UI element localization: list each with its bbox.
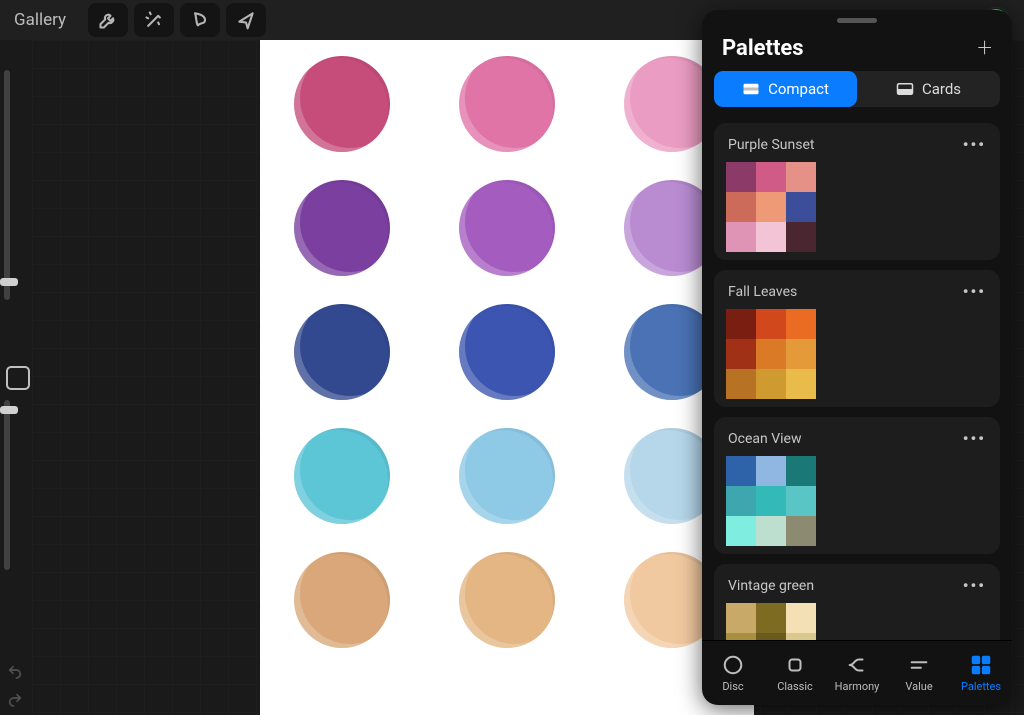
view-compact[interactable]: Compact <box>714 71 857 107</box>
view-cards-label: Cards <box>922 80 961 98</box>
color-swatch[interactable] <box>726 162 756 192</box>
color-swatch[interactable] <box>726 516 756 546</box>
paint-dot <box>294 180 390 276</box>
paint-dot <box>459 304 555 400</box>
tab-disc[interactable]: Disc <box>702 641 764 705</box>
tab-value[interactable]: Value <box>888 641 950 705</box>
palette-name: Purple Sunset <box>728 137 814 153</box>
color-swatch[interactable] <box>726 369 756 399</box>
paint-dot <box>294 304 390 400</box>
tab-classic[interactable]: Classic <box>764 641 826 705</box>
palette-block[interactable]: Purple Sunset ••• <box>714 123 1000 260</box>
color-swatch[interactable] <box>756 222 786 252</box>
palette-more-button[interactable]: ••• <box>963 576 986 595</box>
palette-block[interactable]: Vintage green ••• <box>714 564 1000 640</box>
brush-size-thumb[interactable] <box>0 278 18 286</box>
color-swatch[interactable] <box>756 192 786 222</box>
palette-block[interactable]: Fall Leaves ••• <box>714 270 1000 407</box>
color-swatch[interactable] <box>786 456 816 486</box>
paint-dot <box>294 56 390 152</box>
wrench-icon[interactable] <box>88 3 128 37</box>
color-swatch[interactable] <box>726 603 756 633</box>
panel-title: Palettes <box>722 36 804 61</box>
color-swatch[interactable] <box>786 339 816 369</box>
paint-dot <box>459 56 555 152</box>
palette-name: Ocean View <box>728 431 801 447</box>
color-swatch[interactable] <box>756 486 786 516</box>
palette-more-button[interactable]: ••• <box>963 429 986 448</box>
brush-size-slider[interactable] <box>4 70 10 300</box>
left-sidebar <box>0 40 32 715</box>
color-swatch[interactable] <box>786 222 816 252</box>
view-toggle: Compact Cards <box>714 71 1000 107</box>
tab-harmony[interactable]: Harmony <box>826 641 888 705</box>
palette-block[interactable]: Ocean View ••• <box>714 417 1000 554</box>
palettes-panel: Palettes + Compact Cards Purple Sunset ••… <box>702 10 1012 705</box>
redo-button[interactable] <box>4 689 26 711</box>
paint-dot <box>459 180 555 276</box>
color-swatch[interactable] <box>756 309 786 339</box>
palette-name: Fall Leaves <box>728 284 797 300</box>
opacity-thumb[interactable] <box>0 406 18 414</box>
selection-icon[interactable] <box>180 3 220 37</box>
paint-dot <box>459 428 555 524</box>
tab-palettes[interactable]: Palettes <box>950 641 1012 705</box>
canvas-area <box>260 40 754 715</box>
opacity-slider[interactable] <box>4 400 10 570</box>
paint-dot <box>294 552 390 648</box>
tab-disc-label: Disc <box>722 680 743 693</box>
color-swatch[interactable] <box>726 309 756 339</box>
color-swatch[interactable] <box>726 339 756 369</box>
swatch-grid <box>726 603 1000 640</box>
color-swatch[interactable] <box>756 339 786 369</box>
swatch-grid <box>726 162 1000 252</box>
color-swatch[interactable] <box>756 603 786 633</box>
view-cards[interactable]: Cards <box>857 71 1000 107</box>
tab-classic-label: Classic <box>777 680 813 693</box>
color-swatch[interactable] <box>786 369 816 399</box>
swatch-grid <box>726 456 1000 546</box>
paint-dot <box>459 552 555 648</box>
color-swatch[interactable] <box>786 603 816 633</box>
color-swatch[interactable] <box>786 633 816 640</box>
gallery-button[interactable]: Gallery <box>8 6 72 34</box>
panel-tabs: Disc Classic Harmony Value Palettes <box>702 640 1012 705</box>
color-swatch[interactable] <box>786 162 816 192</box>
color-swatch[interactable] <box>756 633 786 640</box>
palette-name: Vintage green <box>728 578 814 594</box>
color-swatch[interactable] <box>756 162 786 192</box>
color-swatch[interactable] <box>756 369 786 399</box>
canvas[interactable] <box>260 40 754 715</box>
color-swatch[interactable] <box>756 516 786 546</box>
color-swatch[interactable] <box>786 486 816 516</box>
palettes-list[interactable]: Purple Sunset•••Fall Leaves•••Ocean View… <box>702 107 1012 640</box>
tab-palettes-label: Palettes <box>961 680 1001 693</box>
modify-button[interactable] <box>6 366 30 390</box>
add-palette-button[interactable]: + <box>977 33 992 63</box>
color-swatch[interactable] <box>726 486 756 516</box>
color-swatch[interactable] <box>786 516 816 546</box>
arrow-move-icon[interactable] <box>226 3 266 37</box>
tab-value-label: Value <box>905 680 932 693</box>
swatch-grid <box>726 309 1000 399</box>
palette-more-button[interactable]: ••• <box>963 135 986 154</box>
color-swatch[interactable] <box>726 633 756 640</box>
paint-dot <box>294 428 390 524</box>
color-swatch[interactable] <box>726 222 756 252</box>
color-swatch[interactable] <box>756 456 786 486</box>
view-compact-label: Compact <box>768 80 829 98</box>
color-swatch[interactable] <box>726 192 756 222</box>
magic-wand-icon[interactable] <box>134 3 174 37</box>
tab-harmony-label: Harmony <box>835 680 880 693</box>
color-swatch[interactable] <box>786 309 816 339</box>
color-swatch[interactable] <box>786 192 816 222</box>
color-swatch[interactable] <box>726 456 756 486</box>
palette-more-button[interactable]: ••• <box>963 282 986 301</box>
undo-button[interactable] <box>4 661 26 683</box>
